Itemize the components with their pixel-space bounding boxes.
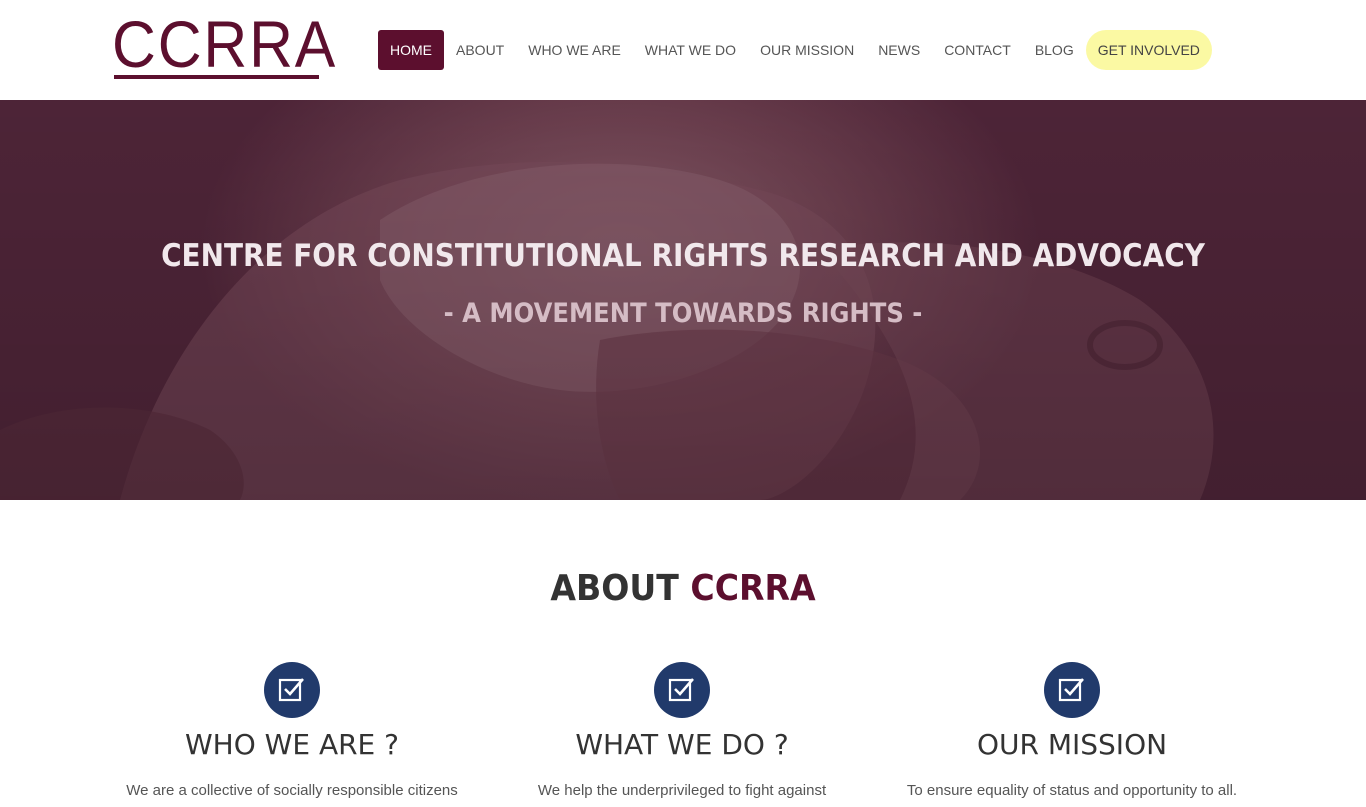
nav-item-who-we-are[interactable]: WHO WE ARE: [516, 30, 633, 70]
checkbox-icon: [264, 662, 320, 718]
hero-banner: CENTRE FOR CONSTITUTIONAL RIGHTS RESEARC…: [0, 100, 1366, 500]
what-we-do-text: We help the underprivileged to fight aga…: [537, 782, 827, 799]
nav-item-blog[interactable]: BLOG: [1023, 30, 1086, 70]
who-we-are-column: WHO WE ARE ? We are a collective of soci…: [112, 662, 472, 807]
nav-item-contact[interactable]: CONTACT: [932, 30, 1023, 70]
nav-item-our-mission[interactable]: OUR MISSION: [748, 30, 866, 70]
about-section-title: ABOUT CCRRA: [55, 568, 1312, 609]
our-mission-column: OUR MISSION To ensure equality of status…: [892, 662, 1252, 807]
who-we-are-heading: WHO WE ARE ?: [184, 728, 400, 761]
nav-item-home[interactable]: HOME: [378, 30, 444, 70]
who-we-are-text: We are a collective of socially responsi…: [126, 782, 458, 807]
about-title-accent: CCRRA: [690, 568, 816, 609]
what-we-do-column: WHAT WE DO ? We help the underprivileged…: [502, 662, 862, 803]
nav-item-news[interactable]: NEWS: [866, 30, 932, 70]
nav-item-about[interactable]: ABOUT: [444, 30, 516, 70]
our-mission-text: To ensure equality of status and opportu…: [906, 782, 1238, 807]
main-nav: HOME ABOUT WHO WE ARE WHAT WE DO OUR MIS…: [378, 30, 1212, 70]
checkbox-icon: [1044, 662, 1100, 718]
nav-item-what-we-do[interactable]: WHAT WE DO: [633, 30, 748, 70]
hero-subtitle: - A MOVEMENT TOWARDS RIGHTS -: [443, 298, 923, 329]
logo-underline: [114, 75, 319, 79]
about-title-prefix: ABOUT: [550, 568, 679, 609]
site-logo[interactable]: CCRRA: [112, 8, 337, 80]
what-we-do-heading: WHAT WE DO ?: [575, 728, 789, 761]
checkbox-icon: [654, 662, 710, 718]
site-header: CCRRA HOME ABOUT WHO WE ARE WHAT WE DO O…: [0, 0, 1366, 100]
our-mission-heading: OUR MISSION: [976, 728, 1168, 761]
hero-title: CENTRE FOR CONSTITUTIONAL RIGHTS RESEARC…: [161, 238, 1205, 274]
get-involved-button[interactable]: GET INVOLVED: [1085, 30, 1212, 70]
